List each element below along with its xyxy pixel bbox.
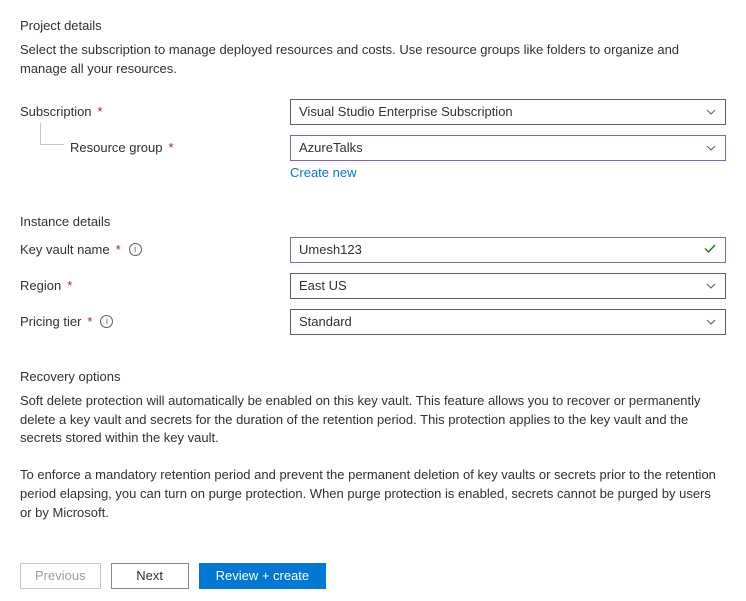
region-select[interactable]: East US (290, 273, 726, 299)
required-asterisk: * (98, 104, 103, 119)
create-new-link[interactable]: Create new (290, 165, 356, 180)
next-button[interactable]: Next (111, 563, 189, 589)
keyvault-name-input[interactable]: Umesh123 (290, 237, 726, 263)
project-details-description: Select the subscription to manage deploy… (20, 41, 726, 79)
chevron-down-icon (705, 106, 717, 118)
pricing-tier-select[interactable]: Standard (290, 309, 726, 335)
subscription-label: Subscription* (20, 99, 290, 119)
recovery-paragraph-2: To enforce a mandatory retention period … (20, 466, 726, 523)
keyvault-name-value: Umesh123 (299, 242, 362, 257)
chevron-down-icon (705, 316, 717, 328)
keyvault-name-label: Key vault name* i (20, 237, 290, 257)
footer-buttons: Previous Next Review + create (20, 563, 726, 589)
info-icon[interactable]: i (129, 243, 142, 256)
previous-button: Previous (20, 563, 101, 589)
chevron-down-icon (705, 142, 717, 154)
required-asterisk: * (67, 278, 72, 293)
region-value: East US (299, 278, 347, 293)
resource-group-select[interactable]: AzureTalks (290, 135, 726, 161)
pricing-tier-value: Standard (299, 314, 352, 329)
required-asterisk: * (87, 314, 92, 329)
region-label: Region* (20, 273, 290, 293)
instance-details-title: Instance details (20, 214, 726, 229)
recovery-paragraph-1: Soft delete protection will automaticall… (20, 392, 726, 449)
required-asterisk: * (169, 140, 174, 155)
review-create-button[interactable]: Review + create (199, 563, 327, 589)
resource-group-label: Resource group* (20, 135, 290, 155)
required-asterisk: * (116, 242, 121, 257)
project-details-title: Project details (20, 18, 726, 33)
resource-group-value: AzureTalks (299, 140, 363, 155)
subscription-value: Visual Studio Enterprise Subscription (299, 104, 513, 119)
recovery-options-title: Recovery options (20, 369, 726, 384)
subscription-select[interactable]: Visual Studio Enterprise Subscription (290, 99, 726, 125)
tree-line-icon (40, 123, 64, 145)
pricing-tier-label: Pricing tier* i (20, 309, 290, 329)
info-icon[interactable]: i (100, 315, 113, 328)
chevron-down-icon (705, 280, 717, 292)
check-icon (703, 241, 717, 258)
